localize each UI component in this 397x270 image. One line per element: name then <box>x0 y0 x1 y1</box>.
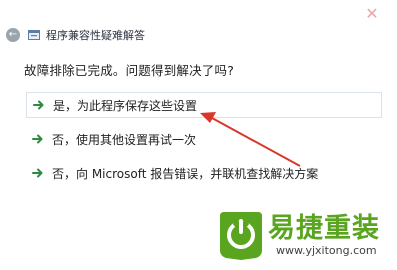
nav-bar: ← 程序兼容性疑难解答 <box>6 26 145 44</box>
green-arrow-icon <box>33 100 44 110</box>
watermark-logo: 易捷重装 www.yjxitong.com <box>210 206 397 266</box>
window-title: 程序兼容性疑难解答 <box>46 29 145 42</box>
brand-url: www.yjxitong.com <box>276 244 377 257</box>
option-try-other-settings[interactable]: 否，使用其他设置再试一次 <box>26 126 382 152</box>
green-arrow-icon <box>32 168 43 178</box>
option-label: 否，使用其他设置再试一次 <box>52 132 197 147</box>
close-button[interactable]: ✕ <box>359 4 385 24</box>
option-save-settings[interactable]: 是，为此程序保存这些设置 <box>26 92 382 118</box>
option-label: 是，为此程序保存这些设置 <box>53 98 198 113</box>
option-label: 否，向 Microsoft 报告错误，并联机查找解决方案 <box>52 166 319 181</box>
back-arrow-icon: ← <box>8 29 18 40</box>
option-report-to-microsoft[interactable]: 否，向 Microsoft 报告错误，并联机查找解决方案 <box>26 160 382 186</box>
result-question: 故障排除已完成。问题得到解决了吗? <box>24 63 235 78</box>
close-icon: ✕ <box>365 4 379 23</box>
green-arrow-icon <box>32 134 43 144</box>
brand-name: 易捷重装 <box>268 213 380 244</box>
troubleshooter-icon <box>28 29 40 41</box>
title-bar: ✕ ← 程序兼容性疑难解答 <box>0 0 397 46</box>
power-logo-icon <box>220 212 262 260</box>
back-button[interactable]: ← <box>6 28 20 42</box>
